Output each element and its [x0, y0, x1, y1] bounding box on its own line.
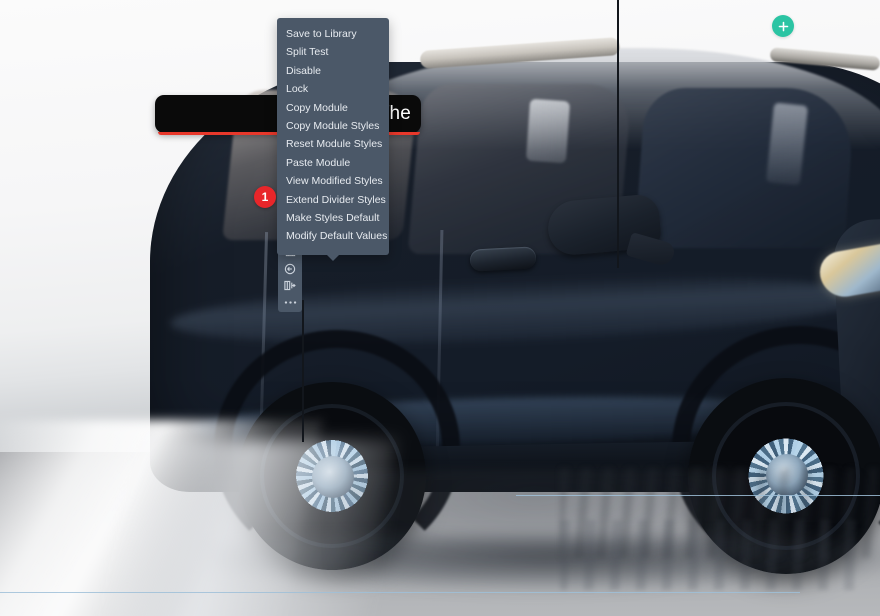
more-options-icon[interactable]: [281, 294, 299, 311]
light-streak-2: [104, 440, 396, 616]
menu-item-copy-module[interactable]: Copy Module: [277, 99, 389, 117]
menu-item-split-test[interactable]: Split Test: [277, 43, 389, 61]
menu-item-copy-module-styles[interactable]: Copy Module Styles: [277, 117, 389, 135]
horizontal-guide-line-top: [516, 495, 880, 496]
module-context-menu[interactable]: Save to Library Split Test Disable Lock …: [277, 18, 389, 261]
hero-background-image: [0, 0, 880, 616]
door-handle: [469, 246, 537, 272]
horizontal-guide-line-bottom: [0, 592, 800, 593]
menu-item-extend-divider-styles[interactable]: Extend Divider Styles: [277, 191, 389, 209]
ground-ghost-text: [560, 520, 860, 590]
window-highlight: [525, 98, 571, 164]
plus-icon: [778, 21, 788, 31]
front-door-window: [634, 88, 856, 248]
builder-canvas: 4 Whe Save to: [0, 0, 880, 616]
menu-item-paste-module[interactable]: Paste Module: [277, 154, 389, 172]
menu-item-make-styles-default[interactable]: Make Styles Default: [277, 209, 389, 227]
menu-item-save-to-library[interactable]: Save to Library: [277, 25, 389, 43]
menu-item-disable[interactable]: Disable: [277, 62, 389, 80]
settings-gear-icon[interactable]: [281, 260, 299, 277]
duplicate-icon[interactable]: [281, 277, 299, 294]
add-module-button[interactable]: [772, 15, 794, 37]
menu-item-view-modified-styles[interactable]: View Modified Styles: [277, 172, 389, 190]
vertical-drag-line-left[interactable]: [302, 300, 304, 442]
menu-item-modify-default-values[interactable]: Modify Default Values: [277, 227, 389, 245]
notification-badge: 1: [254, 186, 276, 208]
vertical-drag-line-right[interactable]: [617, 0, 619, 268]
menu-item-reset-module-styles[interactable]: Reset Module Styles: [277, 135, 389, 153]
menu-item-lock[interactable]: Lock: [277, 80, 389, 98]
